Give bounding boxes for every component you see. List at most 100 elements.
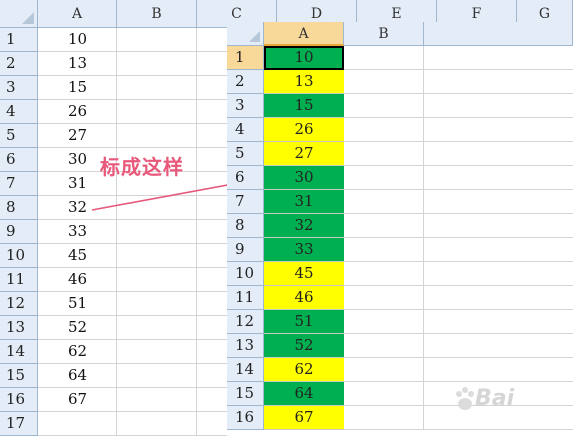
column-header-b[interactable]: B bbox=[117, 0, 197, 28]
cell-a5[interactable]: 27 bbox=[264, 142, 344, 166]
grid-cell[interactable] bbox=[424, 310, 573, 334]
grid-cell[interactable] bbox=[117, 52, 197, 76]
cell-a10[interactable]: 45 bbox=[38, 244, 117, 268]
cell-a7[interactable]: 31 bbox=[264, 190, 344, 214]
cell-a3[interactable]: 15 bbox=[38, 76, 117, 100]
cell-b7[interactable] bbox=[344, 190, 424, 214]
cell-b10[interactable] bbox=[344, 262, 424, 286]
grid-cell[interactable] bbox=[117, 28, 197, 52]
grid-cell[interactable] bbox=[424, 334, 573, 358]
row-header-10[interactable]: 10 bbox=[0, 244, 38, 268]
row-header-6[interactable]: 6 bbox=[0, 148, 38, 172]
cell-b12[interactable] bbox=[344, 310, 424, 334]
grid-cell[interactable] bbox=[117, 268, 197, 292]
cell-a6[interactable]: 30 bbox=[264, 166, 344, 190]
cell-a11[interactable]: 46 bbox=[264, 286, 344, 310]
select-all-corner[interactable] bbox=[227, 22, 264, 46]
row-header-11[interactable]: 11 bbox=[0, 268, 38, 292]
column-header-a[interactable]: A bbox=[38, 0, 117, 28]
grid-cell[interactable] bbox=[117, 292, 197, 316]
cell-a1[interactable]: 10 bbox=[264, 46, 344, 70]
grid-cell[interactable] bbox=[117, 316, 197, 340]
row-header-4[interactable]: 4 bbox=[0, 100, 38, 124]
row-header-15[interactable]: 15 bbox=[227, 382, 264, 406]
row-header-15[interactable]: 15 bbox=[0, 364, 38, 388]
row-header-17[interactable]: 17 bbox=[0, 412, 38, 436]
cell-b14[interactable] bbox=[344, 358, 424, 382]
grid-cell[interactable] bbox=[117, 76, 197, 100]
cell-a15[interactable]: 64 bbox=[38, 364, 117, 388]
cell-a1[interactable]: 10 bbox=[38, 28, 117, 52]
grid-cell[interactable] bbox=[424, 94, 573, 118]
cell-a14[interactable]: 62 bbox=[264, 358, 344, 382]
grid-cell[interactable] bbox=[424, 214, 573, 238]
cell-a2[interactable]: 13 bbox=[38, 52, 117, 76]
cell-a9[interactable]: 33 bbox=[264, 238, 344, 262]
grid-cell[interactable] bbox=[117, 220, 197, 244]
cell-a15[interactable]: 64 bbox=[264, 382, 344, 406]
row-header-4[interactable]: 4 bbox=[227, 118, 264, 142]
row-header-14[interactable]: 14 bbox=[227, 358, 264, 382]
cell-b15[interactable] bbox=[344, 382, 424, 406]
cell-a12[interactable]: 51 bbox=[38, 292, 117, 316]
cell-b8[interactable] bbox=[344, 214, 424, 238]
row-header-7[interactable]: 7 bbox=[0, 172, 38, 196]
grid-cell[interactable] bbox=[424, 238, 573, 262]
row-header-10[interactable]: 10 bbox=[227, 262, 264, 286]
cell-a9[interactable]: 33 bbox=[38, 220, 117, 244]
row-header-1[interactable]: 1 bbox=[0, 28, 38, 52]
cell-b1[interactable] bbox=[344, 46, 424, 70]
cell-a2[interactable]: 13 bbox=[264, 70, 344, 94]
row-header-9[interactable]: 9 bbox=[227, 238, 264, 262]
cell-a8[interactable]: 32 bbox=[38, 196, 117, 220]
cell-a10[interactable]: 45 bbox=[264, 262, 344, 286]
row-header-12[interactable]: 12 bbox=[227, 310, 264, 334]
cell-b2[interactable] bbox=[344, 70, 424, 94]
cell-a4[interactable]: 26 bbox=[264, 118, 344, 142]
grid-cell[interactable] bbox=[117, 124, 197, 148]
cell-a14[interactable]: 62 bbox=[38, 340, 117, 364]
row-header-11[interactable]: 11 bbox=[227, 286, 264, 310]
row-header-5[interactable]: 5 bbox=[0, 124, 38, 148]
row-header-8[interactable]: 8 bbox=[0, 196, 38, 220]
grid-cell[interactable] bbox=[424, 118, 573, 142]
row-header-16[interactable]: 16 bbox=[0, 388, 38, 412]
grid-cell[interactable] bbox=[424, 46, 573, 70]
grid-cell[interactable] bbox=[117, 340, 197, 364]
grid-cell[interactable] bbox=[424, 286, 573, 310]
cell-a17[interactable] bbox=[38, 412, 117, 436]
grid-cell[interactable] bbox=[424, 142, 573, 166]
column-header-b[interactable]: B bbox=[344, 22, 424, 46]
cell-a3[interactable]: 15 bbox=[264, 94, 344, 118]
select-all-corner[interactable] bbox=[0, 0, 38, 28]
cell-a12[interactable]: 51 bbox=[264, 310, 344, 334]
cell-b6[interactable] bbox=[344, 166, 424, 190]
grid-cell[interactable] bbox=[117, 244, 197, 268]
cell-b3[interactable] bbox=[344, 94, 424, 118]
row-header-13[interactable]: 13 bbox=[227, 334, 264, 358]
cell-b9[interactable] bbox=[344, 238, 424, 262]
row-header-1[interactable]: 1 bbox=[227, 46, 264, 70]
row-header-13[interactable]: 13 bbox=[0, 316, 38, 340]
grid-cell[interactable] bbox=[117, 388, 197, 412]
row-header-7[interactable]: 7 bbox=[227, 190, 264, 214]
column-header-a[interactable]: A bbox=[264, 22, 344, 46]
row-header-16[interactable]: 16 bbox=[227, 406, 264, 430]
grid-cell[interactable] bbox=[424, 190, 573, 214]
cell-a16[interactable]: 67 bbox=[38, 388, 117, 412]
row-header-14[interactable]: 14 bbox=[0, 340, 38, 364]
row-header-8[interactable]: 8 bbox=[227, 214, 264, 238]
grid-cell[interactable] bbox=[117, 100, 197, 124]
cell-a13[interactable]: 52 bbox=[264, 334, 344, 358]
grid-cell[interactable] bbox=[117, 412, 197, 436]
row-header-2[interactable]: 2 bbox=[0, 52, 38, 76]
cell-b11[interactable] bbox=[344, 286, 424, 310]
grid-cell[interactable] bbox=[117, 196, 197, 220]
cell-b4[interactable] bbox=[344, 118, 424, 142]
row-header-9[interactable]: 9 bbox=[0, 220, 38, 244]
row-header-2[interactable]: 2 bbox=[227, 70, 264, 94]
cell-a11[interactable]: 46 bbox=[38, 268, 117, 292]
cell-a4[interactable]: 26 bbox=[38, 100, 117, 124]
cell-b5[interactable] bbox=[344, 142, 424, 166]
cell-b16[interactable] bbox=[344, 406, 424, 430]
